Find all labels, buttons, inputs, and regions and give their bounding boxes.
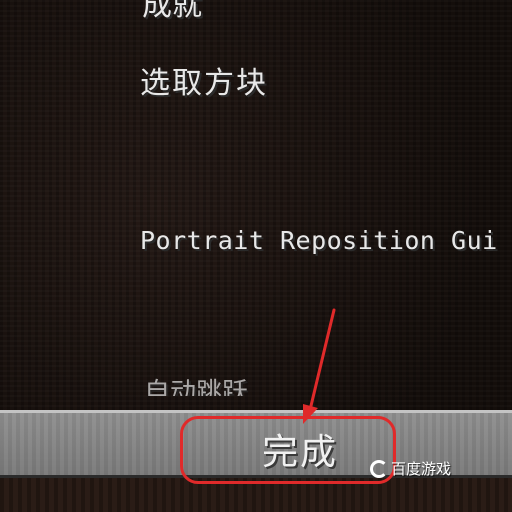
watermark: 百度游戏 (370, 458, 451, 479)
baidu-games-logo-icon (370, 459, 388, 478)
watermark-text: 百度游戏 (391, 460, 452, 478)
annotation-highlight-box (180, 416, 396, 484)
game-menu-screen: 成就 选取方块 Portrait Reposition Gui 自动跳跃 完成 … (0, 0, 512, 512)
menu-item-portrait-reposition-gui[interactable]: Portrait Reposition Gui (140, 226, 498, 255)
annotation-arrow-shaft (308, 308, 336, 412)
menu-item-achievements[interactable]: 成就 (142, 0, 202, 24)
menu-item-auto-jump[interactable]: 自动跳跃 (144, 372, 248, 396)
menu-item-select-block[interactable]: 选取方块 (140, 58, 268, 102)
